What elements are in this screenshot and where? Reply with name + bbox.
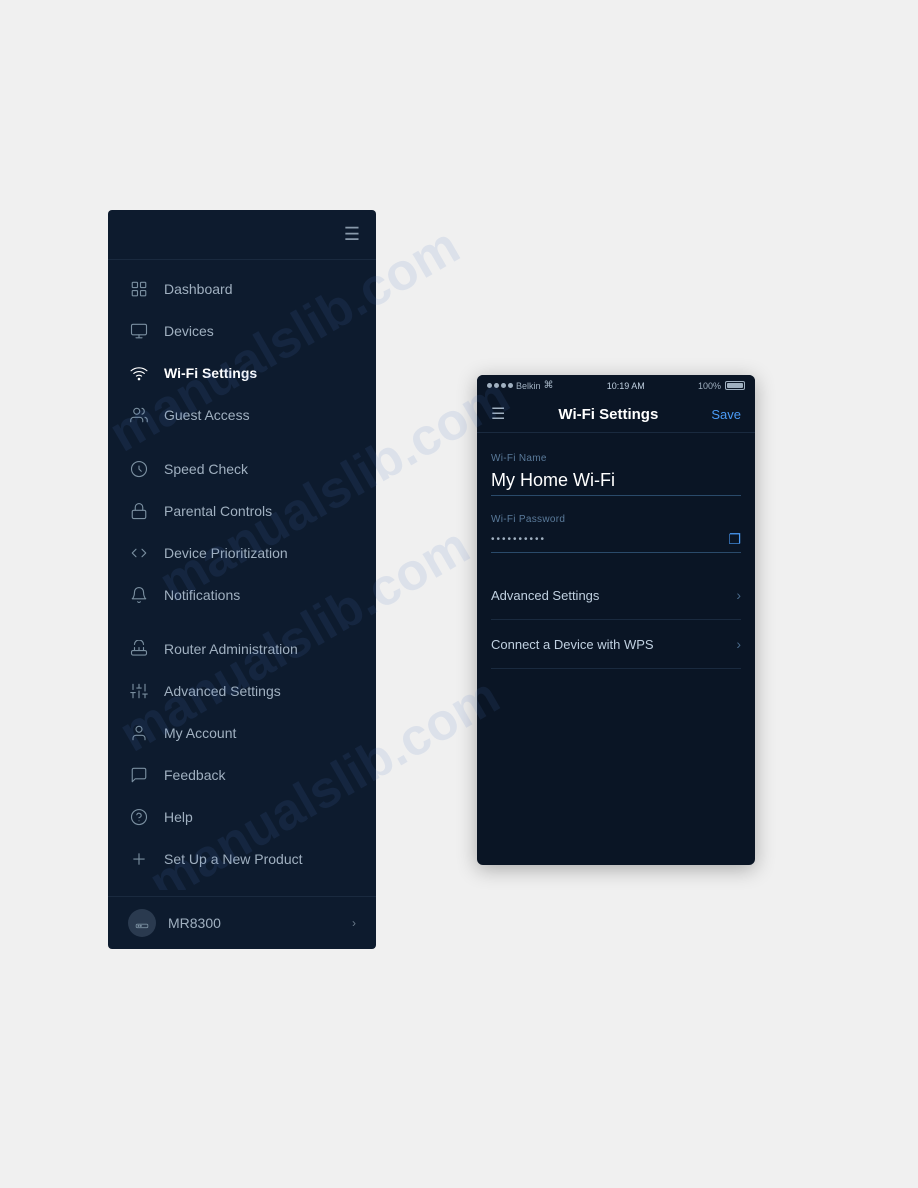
wifi-password-field: Wi-Fi Password •••••••••• ❐ [491,514,741,553]
sidebar-item-label: Set Up a New Product [164,851,303,867]
user-icon [128,722,150,744]
sidebar-item-devices[interactable]: Devices [108,310,376,352]
sidebar-item-device-prioritization[interactable]: Device Prioritization [108,532,376,574]
status-left: Belkin ⌘ [487,380,554,391]
sidebar-nav: Dashboard Devices Wi-Fi Settings Guest A… [108,260,376,888]
help-icon [128,806,150,828]
plus-icon [128,848,150,870]
sidebar-item-label: My Account [164,725,236,741]
sidebar-item-label: Feedback [164,767,225,783]
sidebar-item-help[interactable]: Help [108,796,376,838]
wifi-password-label: Wi-Fi Password [491,514,741,525]
battery-fill [727,383,743,388]
status-wifi-icon: ⌘ [544,380,554,391]
sidebar-item-label: Speed Check [164,461,248,477]
status-right: 100% [698,381,745,391]
sidebar-item-wifi-settings[interactable]: Wi-Fi Settings [108,352,376,394]
sidebar-item-feedback[interactable]: Feedback [108,754,376,796]
bell-icon [128,584,150,606]
wifi-name-value[interactable]: My Home Wi-Fi [491,470,741,491]
device-item-mr8300[interactable]: MR8300 › [108,897,376,949]
sidebar-item-dashboard[interactable]: Dashboard [108,268,376,310]
wifi-icon [128,362,150,384]
wifi-name-field: Wi-Fi Name My Home Wi-Fi [491,453,741,496]
sidebar-item-my-account[interactable]: My Account [108,712,376,754]
sidebar-item-parental-controls[interactable]: Parental Controls [108,490,376,532]
mobile-save-button[interactable]: Save [711,407,741,422]
mobile-menu-icon[interactable]: ☰ [491,404,505,424]
router-device-icon [128,909,156,937]
connect-wps-label: Connect a Device with WPS [491,637,654,652]
mobile-status-bar: Belkin ⌘ 10:19 AM 100% [477,375,755,396]
sidebar-item-label: Devices [164,323,214,339]
wifi-password-value[interactable]: •••••••••• [491,534,546,545]
battery-bar [725,381,745,390]
chat-icon [128,764,150,786]
battery-percent-label: 100% [698,381,721,391]
sidebar-item-label: Guest Access [164,407,250,423]
status-time: 10:19 AM [607,381,645,391]
users-icon [128,404,150,426]
chevron-right-icon: › [736,636,741,652]
router-icon [128,638,150,660]
mobile-app-header: ☰ Wi-Fi Settings Save [477,396,755,433]
sidebar-footer: MR8300 › [108,896,376,949]
sidebar-item-label: Notifications [164,587,240,603]
mobile-content: Wi-Fi Name My Home Wi-Fi Wi-Fi Password … [477,433,755,689]
sliders-icon [128,680,150,702]
sidebar-item-label: Help [164,809,193,825]
sidebar-item-label: Wi-Fi Settings [164,365,257,381]
chevron-right-icon: › [352,916,356,930]
grid-icon [128,278,150,300]
monitor-icon [128,320,150,342]
connect-wps-item[interactable]: Connect a Device with WPS › [491,620,741,669]
sidebar-item-label: Advanced Settings [164,683,281,699]
advanced-settings-label: Advanced Settings [491,588,599,603]
hamburger-icon[interactable]: ☰ [344,224,360,245]
wifi-name-underline [491,495,741,496]
lock-icon [128,500,150,522]
sidebar-item-speed-check[interactable]: Speed Check [108,448,376,490]
carrier-label: Belkin [516,381,541,391]
sidebar-item-label: Parental Controls [164,503,272,519]
advanced-settings-item[interactable]: Advanced Settings › [491,571,741,620]
mobile-panel: Belkin ⌘ 10:19 AM 100% ☰ Wi-Fi Settings … [477,375,755,865]
mobile-screen-title: Wi-Fi Settings [558,406,658,423]
wifi-name-label: Wi-Fi Name [491,453,741,464]
sidebar-header: ☰ [108,210,376,260]
password-row: •••••••••• ❐ [491,531,741,548]
chevron-right-icon: › [736,587,741,603]
signal-dots [487,383,513,388]
wifi-password-underline [491,552,741,553]
password-visibility-icon[interactable]: ❐ [728,531,741,548]
sidebar-item-advanced-settings[interactable]: Advanced Settings [108,670,376,712]
sidebar-item-guest-access[interactable]: Guest Access [108,394,376,436]
sidebar-item-label: Dashboard [164,281,233,297]
sidebar-item-label: Router Administration [164,641,298,657]
device-label: MR8300 [168,915,221,931]
arrows-icon [128,542,150,564]
sidebar-item-notifications[interactable]: Notifications [108,574,376,616]
sidebar: ☰ Dashboard Devices Wi-Fi Settings [108,210,376,949]
speedometer-icon [128,458,150,480]
sidebar-item-router-administration[interactable]: Router Administration [108,628,376,670]
sidebar-item-setup-new-product[interactable]: Set Up a New Product [108,838,376,880]
mobile-list: Advanced Settings › Connect a Device wit… [491,571,741,669]
sidebar-item-label: Device Prioritization [164,545,288,561]
